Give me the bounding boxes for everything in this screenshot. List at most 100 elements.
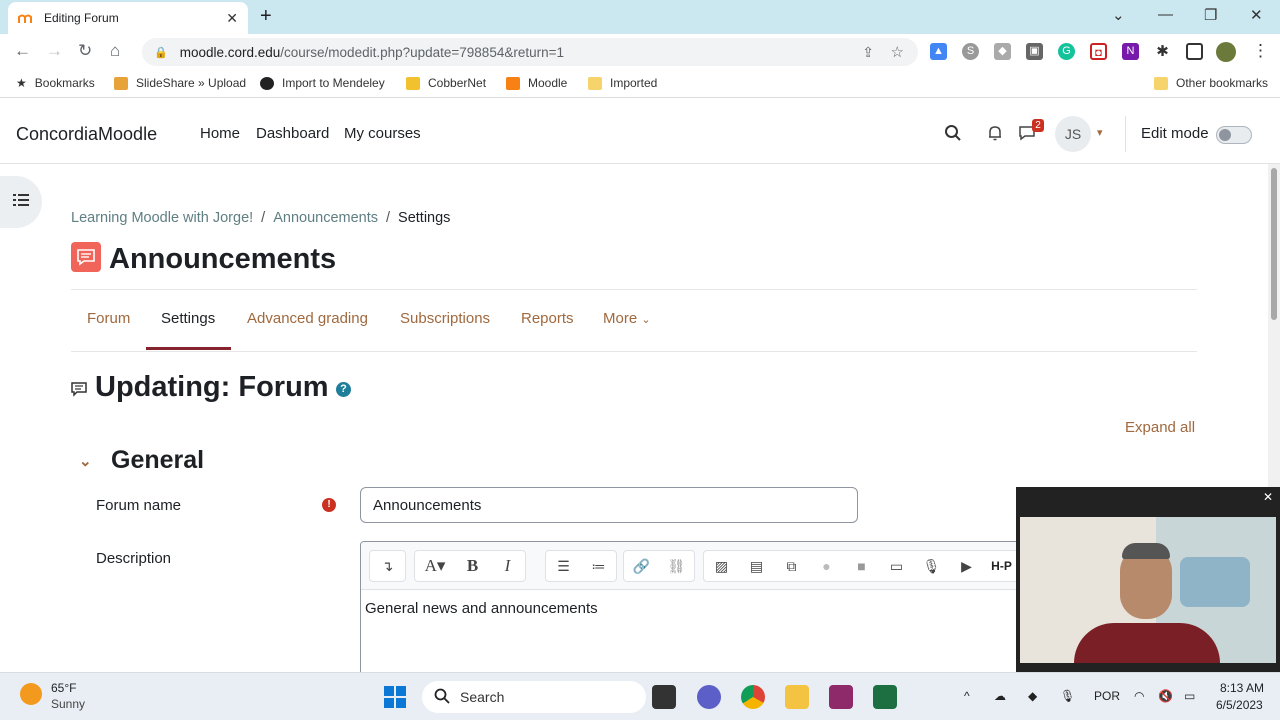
paragraph-style-icon[interactable]: A▾ (415, 551, 455, 581)
clock-time[interactable]: 8:13 AM (1220, 681, 1264, 695)
extension-dropbox-icon[interactable]: ◆ (994, 43, 1011, 60)
tab-more[interactable]: More ⌄ (603, 310, 651, 327)
image-icon[interactable]: ▨ (704, 551, 739, 581)
taskbar-search-label: Search (460, 689, 505, 705)
link-icon[interactable]: 🔗 (624, 551, 659, 581)
microphone-icon[interactable]: 🎙 (914, 551, 949, 581)
nav-dashboard-link[interactable]: Dashboard (256, 125, 329, 142)
site-brand[interactable]: ConcordiaMoodle (16, 124, 157, 145)
task-view-icon[interactable] (652, 685, 676, 709)
wifi-icon[interactable]: ◠ (1134, 689, 1144, 703)
bookmark-folder[interactable]: Imported (588, 76, 657, 90)
edit-mode-toggle[interactable] (1216, 126, 1252, 144)
h5p-icon[interactable]: H-P (984, 551, 1019, 581)
forward-icon[interactable]: → (46, 42, 63, 60)
teams-chat-icon[interactable] (697, 685, 721, 709)
back-icon[interactable]: ← (14, 42, 31, 60)
course-index-drawer-button[interactable] (0, 176, 42, 228)
expand-all-link[interactable]: Expand all (1125, 419, 1195, 436)
bookmark-item[interactable]: CobberNet (406, 76, 486, 90)
record-video-disabled-icon[interactable]: ■ (844, 551, 879, 581)
battery-icon[interactable]: ▭ (1184, 689, 1195, 703)
breadcrumb-forum-link[interactable]: Announcements (273, 210, 378, 226)
bookmark-item[interactable]: ★ Bookmarks (16, 76, 95, 90)
bold-icon[interactable]: B (455, 551, 490, 581)
onedrive-cloud-icon[interactable]: ☁ (994, 689, 1006, 703)
extensions-puzzle-icon[interactable]: ✱ (1154, 43, 1171, 60)
extension-grammarly-icon[interactable]: G (1058, 43, 1075, 60)
dropbox-icon[interactable]: ◆ (1028, 689, 1037, 703)
input-language[interactable]: POR (1094, 689, 1120, 703)
tab-settings[interactable]: Settings (161, 310, 215, 327)
file-explorer-icon[interactable] (785, 685, 809, 709)
bookmark-item[interactable]: Import to Mendeley (260, 76, 385, 90)
tab-reports[interactable]: Reports (521, 310, 574, 327)
url-input[interactable]: 🔒 moodle.cord.edu /course/modedit.php?up… (142, 38, 918, 66)
close-window-icon[interactable]: ✕ (1250, 6, 1263, 24)
webcam-close-icon[interactable]: ✕ (1263, 490, 1273, 504)
media-file-icon[interactable]: ▤ (739, 551, 774, 581)
extension-cap-icon[interactable]: ▲ (930, 43, 947, 60)
profile-avatar-icon[interactable] (1216, 42, 1236, 62)
show-hidden-icons-chevron-icon[interactable]: ^ (964, 689, 970, 703)
bookmark-item[interactable]: Moodle (506, 76, 567, 90)
italic-icon[interactable]: I (490, 551, 525, 581)
windows-start-icon[interactable] (384, 686, 406, 713)
video-camera-icon[interactable]: ▶ (949, 551, 984, 581)
weather-temperature[interactable]: 65°F (51, 681, 76, 695)
unlink-icon[interactable]: ⛓ (659, 551, 694, 581)
volume-muted-icon[interactable]: 🔇 (1158, 689, 1173, 703)
extension-skype-icon[interactable]: S (962, 43, 979, 60)
taskbar-search[interactable]: Search (422, 681, 646, 713)
webcam-overlay[interactable] (1016, 487, 1280, 672)
editor-content[interactable]: General news and announcements (365, 600, 598, 617)
sun-weather-icon[interactable] (20, 683, 42, 705)
minimize-icon[interactable]: — (1158, 6, 1173, 23)
microphone-tray-icon[interactable]: 🎙 (1060, 689, 1075, 703)
share-icon[interactable]: ⇪ (862, 44, 874, 61)
clock-date[interactable]: 6/5/2023 (1216, 698, 1263, 712)
scrollbar-thumb[interactable] (1271, 168, 1277, 320)
browser-tab[interactable]: Editing Forum ✕ (8, 2, 248, 34)
meeting-app-icon[interactable] (829, 685, 853, 709)
restore-icon[interactable]: ❐ (1204, 6, 1217, 24)
chrome-menu-icon[interactable]: ⋮ (1252, 42, 1269, 60)
screen-capture-icon[interactable]: ▭ (879, 551, 914, 581)
extension-onenote-icon[interactable]: N (1122, 43, 1139, 60)
user-avatar[interactable]: JS (1055, 116, 1091, 152)
close-tab-icon[interactable]: ✕ (226, 10, 238, 27)
nav-home-link[interactable]: Home (200, 125, 240, 142)
notifications-bell-icon[interactable] (986, 124, 1004, 147)
new-tab-icon[interactable]: + (260, 6, 272, 26)
other-bookmarks-folder[interactable]: Other bookmarks (1154, 76, 1268, 90)
excel-icon[interactable] (873, 685, 897, 709)
weather-description[interactable]: Sunny (51, 697, 85, 711)
user-menu-chevron-icon[interactable]: ▾ (1097, 126, 1103, 139)
bookmark-star-icon[interactable]: ☆ (891, 43, 904, 61)
side-panel-icon[interactable] (1186, 43, 1203, 60)
ordered-list-icon[interactable]: ≔ (581, 551, 616, 581)
forum-name-input[interactable] (360, 487, 858, 523)
search-icon[interactable] (944, 124, 962, 147)
help-question-icon[interactable]: ? (336, 382, 351, 397)
bookmark-item[interactable]: SlideShare » Upload (114, 76, 246, 90)
extension-shield-icon[interactable]: ◘ (1090, 43, 1107, 60)
breadcrumb-course-link[interactable]: Learning Moodle with Jorge! (71, 210, 253, 226)
reload-icon[interactable]: ↻ (78, 42, 92, 60)
tab-advanced-grading[interactable]: Advanced grading (247, 310, 368, 327)
description-editor[interactable]: ↴ A▾ B I ☰ ≔ 🔗 ⛓ ▨ ▤ ⧉ ● ■ ▭ 🎙 ▶ H-P Gen… (360, 541, 1040, 676)
nav-my-courses-link[interactable]: My courses (344, 125, 421, 142)
home-icon[interactable]: ⌂ (110, 42, 120, 60)
manage-files-icon[interactable]: ⧉ (774, 551, 809, 581)
unordered-list-icon[interactable]: ☰ (546, 551, 581, 581)
tab-subscriptions[interactable]: Subscriptions (400, 310, 490, 327)
toolbar-toggle-icon[interactable]: ↴ (370, 551, 405, 581)
extension-screencast-icon[interactable]: ▣ (1026, 43, 1043, 60)
message-count-badge: 2 (1032, 119, 1044, 132)
tab-forum[interactable]: Forum (87, 310, 130, 327)
section-collapse-chevron-icon[interactable]: ⌄ (79, 452, 92, 470)
section-general-heading[interactable]: General (111, 446, 204, 475)
record-audio-disabled-icon[interactable]: ● (809, 551, 844, 581)
chrome-taskbar-icon[interactable] (741, 685, 765, 709)
tab-search-chevron-icon[interactable]: ⌄ (1112, 6, 1125, 24)
